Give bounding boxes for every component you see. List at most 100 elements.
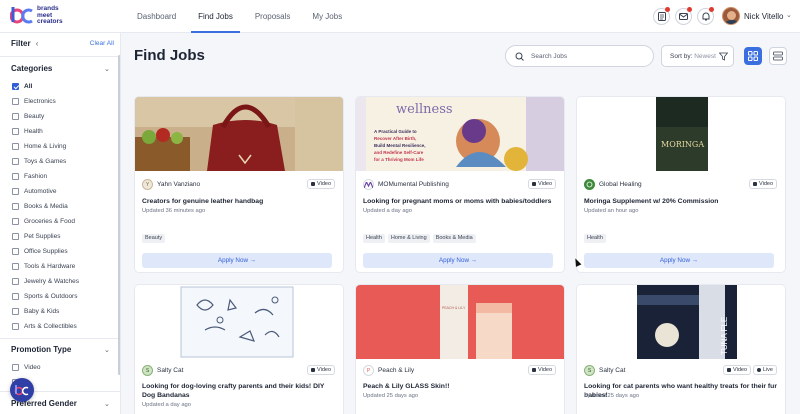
nav-dashboard[interactable]: Dashboard — [126, 0, 187, 33]
chevron-down-icon[interactable]: ⌄ — [786, 11, 792, 19]
sort-label: Sort by: Newest — [670, 53, 716, 60]
brand-name[interactable]: MOMumental Publishing — [378, 181, 449, 188]
category-label: Tools & Hardware — [24, 262, 76, 270]
checkbox[interactable] — [12, 307, 19, 315]
job-card[interactable]: PEACH & LILY P Peach & Lily Video Peach … — [355, 284, 565, 414]
brand-name[interactable]: Salty Cat — [599, 367, 625, 374]
clear-all-link[interactable]: Clear All — [90, 40, 114, 47]
category-books-media[interactable]: Books & Media — [12, 201, 68, 211]
collapse-filter-icon[interactable]: ‹ — [36, 39, 39, 48]
checkbox[interactable] — [12, 97, 19, 105]
brand-row: MOMumental Publishing — [363, 179, 449, 190]
category-label: Toys & Games — [24, 157, 67, 165]
job-card[interactable]: wellness A Practical Guide to Recover Af… — [355, 96, 565, 273]
avatar[interactable] — [722, 7, 740, 25]
category-beauty[interactable]: Beauty — [12, 111, 44, 121]
badge-label: Video — [538, 367, 552, 373]
checkbox[interactable] — [12, 82, 19, 90]
brand-logo-icon: S — [142, 365, 153, 376]
chevron-down-icon[interactable]: ⌄ — [104, 400, 110, 408]
job-title[interactable]: Looking for pregnant moms or moms with b… — [363, 197, 559, 206]
apply-now-button[interactable]: Apply Now → — [142, 253, 332, 268]
job-card[interactable]: S Salty Cat Video Looking for dog-loving… — [134, 284, 344, 414]
checkbox[interactable] — [12, 127, 19, 135]
category-home-living[interactable]: Home & Living — [12, 141, 66, 151]
job-card[interactable]: TUNA FLE S Salty Cat Video Live Looking … — [576, 284, 786, 414]
job-title[interactable]: Peach & Lily GLASS Skin!! — [363, 382, 559, 391]
checkbox[interactable] — [12, 187, 19, 195]
brand-row: S Salty Cat — [584, 365, 625, 376]
promotion-video[interactable]: Video — [12, 362, 41, 372]
image-line-5: for a Thriving Mom Life — [374, 157, 424, 162]
checkbox[interactable] — [12, 202, 19, 210]
apply-now-button[interactable]: Apply Now → — [363, 253, 553, 268]
grid-view-button[interactable] — [744, 47, 762, 65]
arrow-right-icon: → — [249, 257, 257, 264]
bell-icon[interactable] — [697, 7, 714, 25]
category-tools-hardware[interactable]: Tools & Hardware — [12, 261, 75, 271]
brand-logo[interactable]: brands meet creators — [10, 5, 63, 27]
category-fashion[interactable]: Fashion — [12, 171, 47, 181]
sidebar-scrollbar[interactable] — [118, 55, 120, 375]
category-jewelry-watches[interactable]: Jewelry & Watches — [12, 276, 79, 286]
checkbox[interactable] — [12, 262, 19, 270]
checkbox[interactable] — [12, 217, 19, 225]
job-title[interactable]: Looking for dog-loving crafty parents an… — [142, 382, 338, 400]
category-toys-games[interactable]: Toys & Games — [12, 156, 66, 166]
category-label: Jewelry & Watches — [24, 277, 80, 285]
checkbox[interactable] — [12, 112, 19, 120]
tag-list: Beauty — [142, 234, 168, 243]
chat-support-icon[interactable] — [10, 378, 34, 402]
brand-name[interactable]: Peach & Lily — [378, 367, 414, 374]
badge-label: Video — [538, 181, 552, 187]
card-image-tuna-flakes: TUNA FLE — [577, 285, 785, 359]
categories-heading[interactable]: Categories — [11, 64, 52, 73]
category-pet-supplies[interactable]: Pet Supplies — [12, 231, 61, 241]
nav-proposals[interactable]: Proposals — [244, 0, 302, 33]
checkbox[interactable] — [12, 247, 19, 255]
brand-name[interactable]: Global Healing — [599, 181, 642, 188]
user-name[interactable]: Nick Vitello — [744, 12, 783, 21]
chevron-down-icon[interactable]: ⌄ — [104, 65, 110, 73]
chat-logo-icon — [14, 385, 29, 396]
job-card[interactable]: MORINGA Global Healing Video Moringa Sup… — [576, 96, 786, 273]
sort-dropdown[interactable]: Sort by: Newest — [661, 45, 734, 67]
category-office-supplies[interactable]: Office Supplies — [12, 246, 68, 256]
chevron-down-icon[interactable]: ⌄ — [104, 346, 110, 354]
checkbox[interactable] — [12, 232, 19, 240]
nav-my-jobs[interactable]: My Jobs — [301, 0, 353, 33]
category-label: Beauty — [24, 112, 45, 120]
nav-find-jobs[interactable]: Find Jobs — [187, 0, 244, 33]
list-view-button[interactable] — [769, 47, 787, 65]
category-all[interactable]: All — [12, 81, 32, 91]
tag-list: Health — [584, 234, 609, 243]
checkbox[interactable] — [12, 157, 19, 165]
mail-icon[interactable] — [675, 7, 692, 25]
document-icon[interactable] — [653, 7, 670, 25]
checkbox[interactable] — [12, 172, 19, 180]
category-label: Electronics — [24, 97, 56, 105]
brand-name[interactable]: Yahn Vanziano — [157, 181, 200, 188]
category-arts-collectibles[interactable]: Arts & Collectibles — [12, 321, 77, 331]
checkbox[interactable] — [12, 142, 19, 150]
category-automotive[interactable]: Automotive — [12, 186, 57, 196]
category-groceries-food[interactable]: Groceries & Food — [12, 216, 75, 226]
promotion-type-heading[interactable]: Promotion Type — [11, 345, 71, 354]
checkbox[interactable] — [12, 363, 19, 371]
search-input[interactable]: Search Jobs — [505, 45, 654, 67]
image-line-2: Recover After Birth, — [374, 136, 416, 141]
job-card[interactable]: Y Yahn Vanziano Video Creators for genui… — [134, 96, 344, 273]
checkbox[interactable] — [12, 292, 19, 300]
job-title[interactable]: Creators for genuine leather handbag — [142, 197, 338, 206]
category-electronics[interactable]: Electronics — [12, 96, 56, 106]
category-sports-outdoors[interactable]: Sports & Outdoors — [12, 291, 77, 301]
arrow-right-icon: → — [691, 257, 699, 264]
category-baby-kids[interactable]: Baby & Kids — [12, 306, 59, 316]
job-title[interactable]: Moringa Supplement w/ 20% Commission — [584, 197, 780, 206]
category-label: Fashion — [24, 172, 48, 180]
checkbox[interactable] — [12, 277, 19, 285]
checkbox[interactable] — [12, 322, 19, 330]
apply-now-button[interactable]: Apply Now → — [584, 253, 774, 268]
brand-name[interactable]: Salty Cat — [157, 367, 183, 374]
category-health[interactable]: Health — [12, 126, 43, 136]
